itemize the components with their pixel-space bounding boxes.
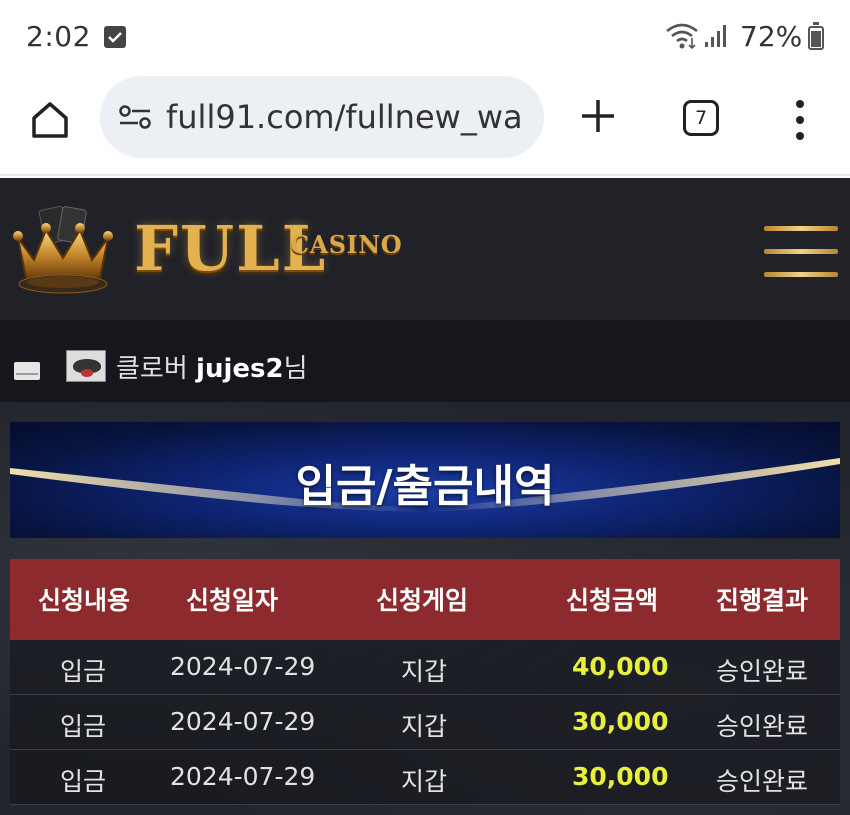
battery-percent: 72%: [740, 20, 803, 53]
table-row: 입금 2024-07-29 지갑 30,000 승인완료: [10, 750, 840, 805]
row-type: 입금: [60, 712, 107, 741]
main-content: 입금/출금내역 신청내용 신청일자 신청게임 신청금액 진행결과 입금 2024…: [0, 402, 850, 815]
column-header-result: 진행결과: [716, 586, 809, 615]
row-date: 2024-07-29: [170, 707, 316, 736]
table-header: 신청내용 신청일자 신청게임 신청금액 진행결과: [10, 559, 840, 640]
site-settings-icon[interactable]: [118, 104, 152, 134]
column-header-date: 신청일자: [186, 586, 279, 615]
column-header-amount: 신청금액: [566, 586, 659, 615]
row-date: 2024-07-29: [170, 652, 316, 681]
page-title: 입금/출금내역: [295, 461, 555, 512]
url-text[interactable]: full91.com/fullnew_wa: [166, 98, 532, 136]
page-title-banner: 입금/출금내역: [10, 422, 840, 538]
row-amount: 40,000: [572, 652, 669, 681]
user-level-avatar: [66, 350, 106, 382]
logo-subtitle: CASINO: [290, 230, 403, 259]
row-result: 승인완료: [716, 712, 809, 741]
status-time: 2:02: [26, 20, 91, 53]
hamburger-menu-icon[interactable]: [764, 226, 838, 278]
column-header-game: 신청게임: [376, 586, 469, 615]
tab-switcher-button[interactable]: 7: [683, 100, 719, 136]
wifi-icon: [665, 22, 699, 54]
user-suffix: 님: [283, 354, 308, 384]
row-game: 지갑: [401, 767, 448, 796]
browser-toolbar: full91.com/fullnew_wa 7: [0, 76, 850, 176]
website-viewport: FULL CASINO 클로버 jujes2님 입금/출금내역 신청내용 신청일…: [0, 178, 850, 815]
home-icon[interactable]: [28, 98, 72, 142]
table-row: 입금 2024-07-29 지갑 40,000 승인완료: [10, 640, 840, 695]
signal-icon: [704, 24, 730, 52]
battery-icon: [808, 22, 824, 50]
row-game: 지갑: [401, 657, 448, 686]
crown-logo-icon[interactable]: [12, 204, 114, 296]
notification-check-icon: [104, 26, 126, 48]
table-row: 입금 2024-07-29 지갑 30,000 승인완료: [10, 695, 840, 750]
row-game: 지갑: [401, 712, 448, 741]
transaction-table: 신청내용 신청일자 신청게임 신청금액 진행결과 입금 2024-07-29 지…: [10, 559, 840, 805]
user-id: jujes2: [196, 354, 284, 384]
row-amount: 30,000: [572, 707, 669, 736]
more-menu-icon[interactable]: [790, 98, 810, 142]
row-result: 승인완료: [716, 657, 809, 686]
row-type: 입금: [60, 767, 107, 796]
user-level: 클로버: [116, 354, 197, 384]
user-greeting: 클로버 jujes2님: [116, 348, 308, 385]
row-amount: 30,000: [572, 762, 669, 791]
mail-icon[interactable]: [14, 362, 40, 380]
column-header-type: 신청내용: [38, 586, 131, 615]
site-header: FULL CASINO: [0, 178, 850, 320]
new-tab-icon[interactable]: [580, 98, 616, 138]
status-bar: 2:02 72%: [0, 0, 850, 76]
row-type: 입금: [60, 657, 107, 686]
row-date: 2024-07-29: [170, 762, 316, 791]
user-bar: 클로버 jujes2님: [0, 320, 850, 402]
row-result: 승인완료: [716, 767, 809, 796]
address-bar[interactable]: full91.com/fullnew_wa: [100, 76, 544, 158]
